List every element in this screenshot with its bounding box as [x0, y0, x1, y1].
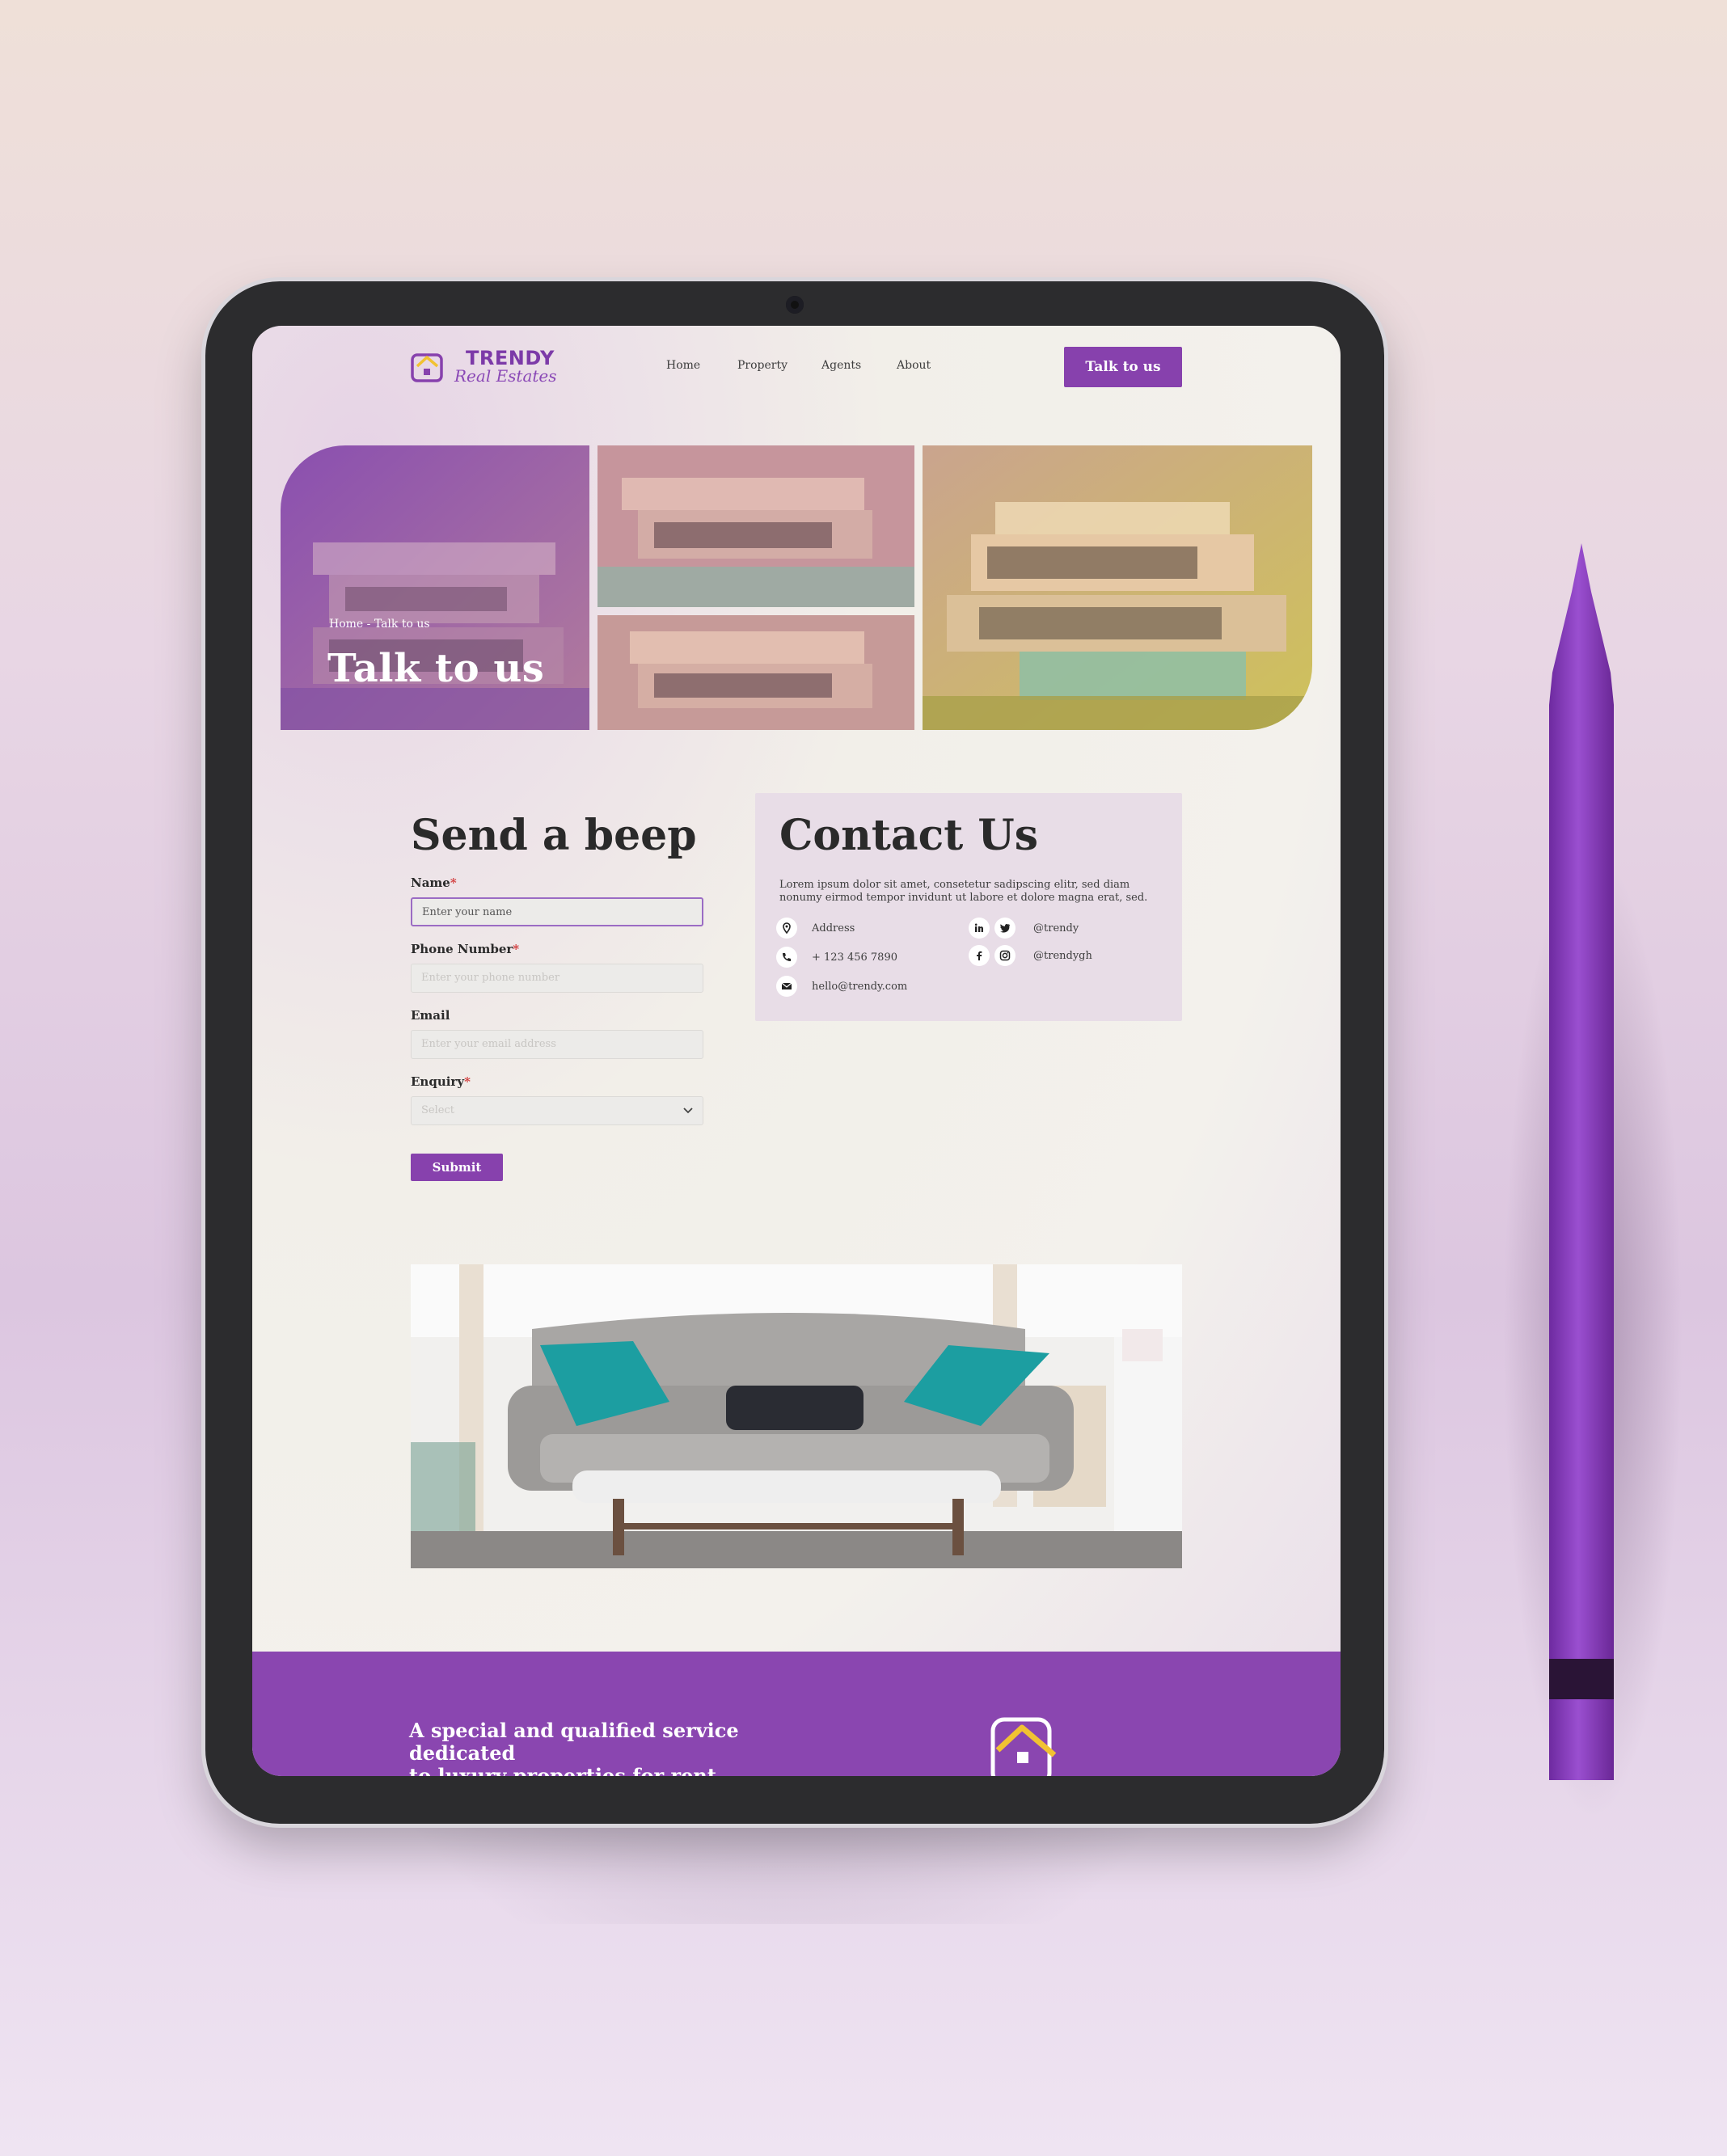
page-title: Talk to us: [327, 646, 545, 691]
phone-icon: [776, 947, 797, 968]
linkedin-icon[interactable]: [969, 918, 990, 939]
email-field[interactable]: Enter your email address: [411, 1030, 703, 1059]
site-logo[interactable]: TRENDY Real Estates: [411, 347, 564, 387]
facebook-icon[interactable]: [969, 945, 990, 966]
name-label: Name*: [411, 875, 457, 890]
nav-home[interactable]: Home: [666, 359, 700, 372]
nav-property[interactable]: Property: [737, 359, 787, 372]
contact-card: Contact Us Lorem ipsum dolor sit amet, c…: [755, 793, 1182, 1021]
nav-agents[interactable]: Agents: [821, 359, 861, 372]
hero-photo-right: [923, 445, 1312, 730]
living-room-image: [411, 1264, 1182, 1568]
social-handle-trendy[interactable]: @trendy: [1033, 922, 1079, 935]
instagram-icon[interactable]: [994, 945, 1016, 966]
location-pin-icon: [776, 918, 797, 939]
form-title: Send a beep: [411, 811, 697, 860]
chevron-down-icon: [683, 1108, 693, 1114]
phone-field[interactable]: Enter your phone number: [411, 964, 703, 993]
logo-subtitle: Real Estates: [454, 366, 557, 386]
email-label: Email: [411, 1008, 450, 1023]
twitter-icon[interactable]: [994, 918, 1016, 939]
front-camera: [786, 296, 804, 314]
house-logo-icon: [990, 1717, 1057, 1776]
footer: A special and qualified service dedicate…: [252, 1652, 1341, 1776]
talk-to-us-button[interactable]: Talk to us: [1064, 347, 1182, 387]
enquiry-label: Enquiry*: [411, 1074, 471, 1089]
house-logo-icon: [411, 353, 443, 382]
social-handle-trendygh[interactable]: @trendygh: [1033, 950, 1092, 962]
contact-title: Contact Us: [779, 811, 1038, 860]
hero-photo-bottom-middle: [597, 615, 914, 730]
mail-icon: [776, 976, 797, 997]
hero-banner: Home - Talk to us Talk to us: [281, 445, 1312, 730]
email-text[interactable]: hello@trendy.com: [812, 981, 907, 993]
address-text: Address: [812, 922, 855, 935]
nav-about[interactable]: About: [897, 359, 931, 372]
hero-photo-top-middle: [597, 445, 914, 607]
stylus-pen: [1549, 543, 1614, 1780]
name-field[interactable]: Enter your name: [411, 897, 703, 926]
phone-text[interactable]: + 123 456 7890: [812, 951, 897, 964]
submit-button[interactable]: Submit: [411, 1154, 503, 1181]
phone-label: Phone Number*: [411, 942, 520, 956]
breadcrumb: Home - Talk to us: [329, 618, 430, 631]
website-screen: TRENDY Real Estates Home Property Agents…: [252, 326, 1341, 1776]
contact-description: Lorem ipsum dolor sit amet, consetetur s…: [779, 879, 1148, 904]
enquiry-select[interactable]: Select: [411, 1096, 703, 1125]
footer-tagline: A special and qualified service dedicate…: [409, 1719, 739, 1777]
